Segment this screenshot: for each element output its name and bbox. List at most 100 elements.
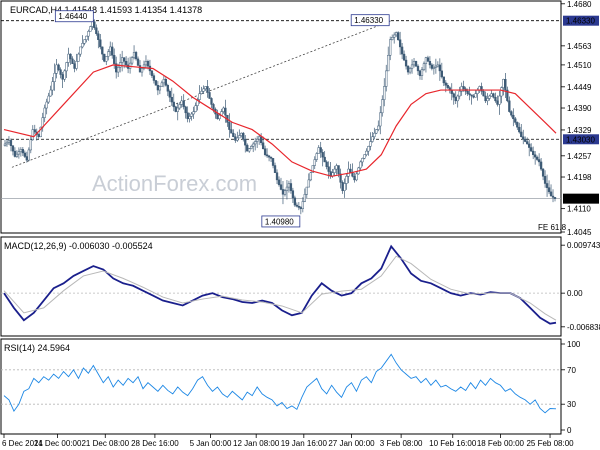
candle-body [236, 137, 239, 141]
candle-body [174, 106, 177, 112]
candle-body [178, 104, 181, 109]
candle-body [67, 53, 70, 63]
candle-body [124, 61, 128, 66]
candle-body [528, 143, 531, 148]
candle-body [532, 150, 535, 155]
candle-body [252, 143, 255, 147]
annotation-label: 1.40980 [265, 217, 294, 226]
candle-body [158, 86, 162, 91]
candle-body [11, 145, 15, 152]
candle-body [395, 32, 398, 36]
price-tag-label: 1.46330 [566, 17, 595, 26]
candle-body [146, 61, 150, 67]
candle-body [408, 68, 412, 73]
candle-body [152, 75, 156, 81]
candle-body [468, 93, 471, 96]
candle-body [373, 132, 376, 138]
candle-body [192, 111, 195, 115]
candle-body [265, 154, 269, 157]
candle-body [186, 112, 189, 120]
candle-body [414, 61, 418, 67]
candle-body [367, 146, 370, 152]
candle-body [27, 149, 30, 161]
candle-body [47, 95, 50, 103]
candle-body [458, 90, 461, 97]
price-axis-tick-label: 1.4198 [567, 173, 592, 182]
candle-body [267, 155, 271, 158]
candle-body [138, 65, 142, 73]
candle-body [61, 74, 64, 80]
candle-body [59, 69, 62, 75]
candle-body [335, 165, 338, 170]
candle-body [398, 39, 402, 48]
candle-body [406, 65, 410, 73]
candle-body [31, 129, 34, 141]
candle-body [240, 132, 243, 136]
candle-body [383, 86, 386, 100]
candle-body [63, 70, 66, 80]
price-panel-title: EURCAD,H4 1.41548 1.41593 1.41354 1.4137… [10, 5, 202, 15]
candle-body [496, 100, 499, 105]
candle-body [283, 190, 287, 195]
candle-body [472, 95, 475, 98]
candle-body [500, 87, 503, 97]
candle-body [182, 100, 185, 108]
candle-body [23, 152, 26, 157]
candle-body [87, 31, 90, 37]
candle-body [208, 92, 211, 99]
candle-body [259, 136, 263, 144]
candle-body [258, 136, 261, 140]
candle-body [520, 131, 523, 138]
candle-body [21, 149, 25, 154]
candle-body [246, 144, 249, 152]
candle-body [428, 61, 432, 66]
candle-body [363, 154, 366, 159]
candle-body [132, 52, 136, 58]
candle-body [502, 79, 505, 88]
candle-body [456, 95, 459, 102]
candle-body [69, 53, 72, 60]
candle-body [222, 107, 225, 112]
price-tag-label: 1.41378 [566, 195, 595, 204]
candle-body [109, 46, 112, 52]
candle-body [534, 154, 537, 158]
price-annotation: 1.40980 [261, 215, 301, 228]
candle-body [297, 205, 301, 208]
candle-body [371, 136, 374, 142]
candle-body [537, 159, 541, 163]
candle-body [3, 143, 7, 146]
candle-body [438, 64, 441, 72]
candle-body [389, 39, 392, 56]
candle-body [325, 161, 328, 167]
candle-body [234, 136, 237, 141]
price-axis-tick-label: 1.4257 [567, 152, 592, 161]
macd-panel-title: MACD(12,26,9) -0.006030 -0.005524 [4, 241, 153, 251]
candle-body [279, 184, 283, 190]
candle-body [224, 107, 227, 116]
x-axis-tick-label: 14 Dec 00:00 [34, 439, 82, 448]
candle-body [315, 153, 318, 160]
candle-body [412, 61, 416, 66]
candle-body [13, 150, 17, 157]
candle-body [190, 113, 193, 117]
candle-body [301, 201, 304, 209]
candle-body [466, 90, 469, 94]
x-axis-tick-label: 28 Dec 16:00 [131, 439, 179, 448]
annotation-label: 1.46440 [58, 12, 87, 21]
x-axis-tick-label: 3 Feb 08:00 [380, 439, 423, 448]
candle-body [49, 89, 52, 97]
annotation-label: 1.46330 [354, 16, 383, 25]
candle-body [317, 147, 320, 154]
candle-body [482, 90, 485, 97]
candle-body [122, 57, 126, 62]
candle-body [170, 96, 173, 103]
candle-body [462, 86, 465, 90]
candle-body [103, 53, 106, 62]
candle-body [130, 57, 134, 64]
price-axis-tick-label: 1.4329 [567, 126, 592, 135]
candle-body [275, 172, 279, 181]
price-axis-tick-label: 1.4045 [567, 228, 592, 237]
candle-body [396, 32, 400, 40]
candle-body [337, 165, 340, 175]
candle-body [291, 190, 295, 199]
